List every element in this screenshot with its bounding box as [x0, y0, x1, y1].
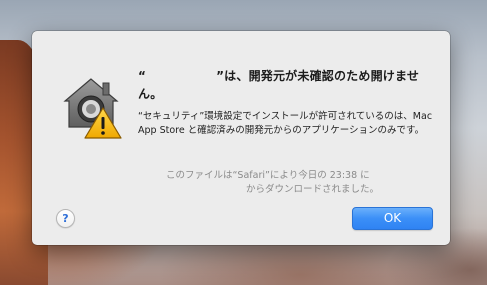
dialog-message: “セキュリティ”環境設定でインストールが許可されているのは、Mac App St…: [138, 111, 433, 136]
download-info-line2: からダウンロードされました。: [246, 183, 380, 195]
help-button[interactable]: ?: [56, 209, 75, 228]
download-info: このファイルは“Safari”により今日の 23:38 に からダウンロードされ…: [166, 169, 406, 196]
gatekeeper-warning-icon: [63, 78, 122, 139]
title-prefix: “: [138, 69, 147, 83]
download-info-line1: このファイルは“Safari”により今日の 23:38 に: [166, 170, 370, 181]
dialog-title: “”は、開発元が未確認のため開けません。: [138, 67, 438, 103]
ok-button[interactable]: OK: [352, 207, 433, 230]
title-suffix: ”は、開発元が未確認のため開けません。: [138, 69, 420, 101]
alert-dialog: “”は、開発元が未確認のため開けません。 “セキュリティ”環境設定でインストール…: [32, 31, 450, 245]
